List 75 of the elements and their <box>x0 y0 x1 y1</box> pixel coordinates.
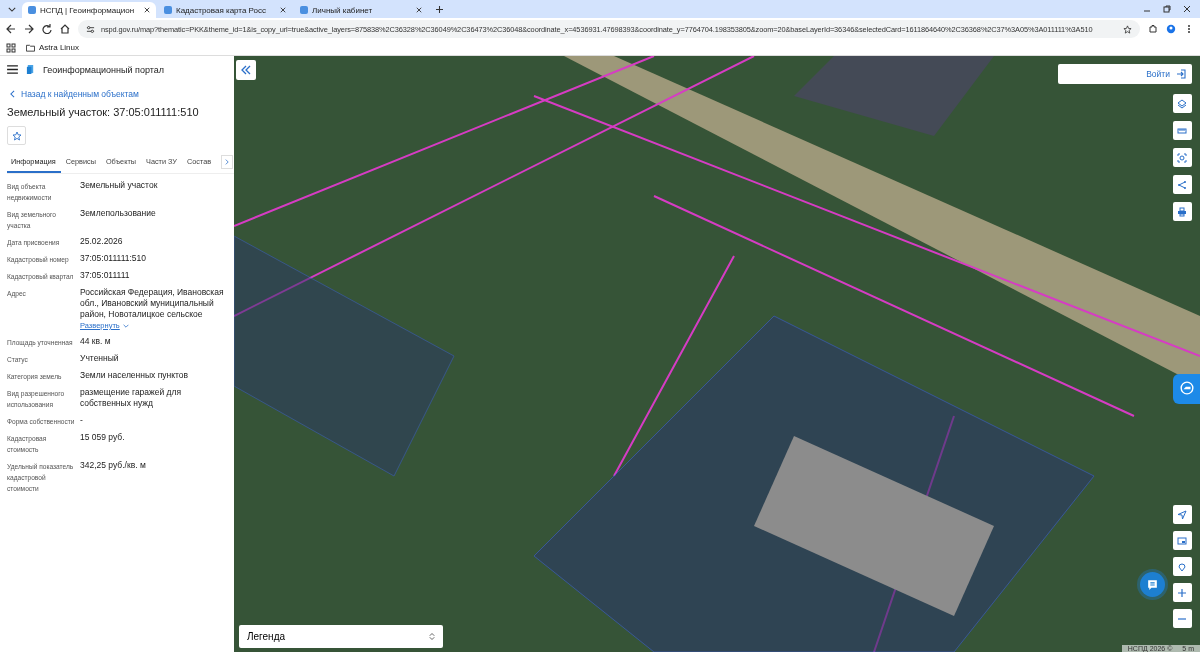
assistant-button[interactable] <box>1173 374 1200 404</box>
field-value: Российская Федерация, Ивановская обл., Ивановский муниципальный район, Новоталицкое сельское <box>80 287 225 320</box>
zoom-in-button[interactable] <box>1173 583 1192 602</box>
satellite-map-drawing[interactable] <box>234 56 1200 652</box>
bookmark-folder[interactable]: Astra Linux <box>26 43 80 52</box>
field-value: 15 059 руб. <box>80 432 126 443</box>
reload-icon[interactable] <box>42 24 52 34</box>
field-value: 44 кв. м <box>80 336 112 347</box>
field-value: размещение гаражей для собственных нужд <box>80 387 183 409</box>
site-icon <box>28 6 36 14</box>
frame-icon <box>1177 152 1187 163</box>
close-icon[interactable] <box>144 7 150 13</box>
area-search-button[interactable] <box>1173 148 1192 167</box>
print-icon <box>1177 206 1187 217</box>
minimap-icon <box>1177 535 1187 546</box>
chevron-left-icon <box>10 90 15 98</box>
sort-arrows-icon <box>429 632 435 641</box>
portal-logo-icon <box>26 64 35 75</box>
folder-icon <box>26 43 35 52</box>
assistant-icon <box>1179 380 1194 395</box>
restore-icon[interactable] <box>1163 5 1171 13</box>
login-button[interactable]: Войти <box>1058 64 1192 84</box>
forward-icon[interactable] <box>24 24 34 34</box>
field-value: Землепользование <box>80 208 157 219</box>
location-button[interactable] <box>1173 505 1192 524</box>
site-settings-icon[interactable] <box>86 24 95 34</box>
apps-icon[interactable] <box>6 42 16 53</box>
site-icon <box>164 6 172 14</box>
double-chevron-left-icon <box>241 65 251 75</box>
ruler-button[interactable] <box>1173 121 1192 140</box>
map-pin-icon <box>1177 561 1187 572</box>
object-heading: Земельный участок: 37:05:011111:510 <box>7 105 200 120</box>
chevron-down-icon <box>122 323 129 328</box>
profile-icon[interactable] <box>1166 24 1176 34</box>
browser-tab[interactable]: НСПД | Геоинформацион <box>22 2 156 18</box>
field-value: 37:05:011111:510 <box>80 253 148 264</box>
geolocation-button[interactable] <box>1173 557 1192 576</box>
menu-icon[interactable] <box>7 65 18 74</box>
portal-title: Геоинформационный портал <box>43 64 164 75</box>
close-icon[interactable] <box>416 7 422 13</box>
tab-list-icon[interactable] <box>8 6 16 12</box>
browser-tab[interactable]: Кадастровая карта Росс <box>158 2 292 18</box>
layers-button[interactable] <box>1173 94 1192 113</box>
close-icon[interactable] <box>1183 5 1191 13</box>
star-icon <box>11 130 22 141</box>
layers-icon <box>1177 98 1187 109</box>
share-icon <box>1177 179 1187 190</box>
login-icon <box>1176 69 1186 79</box>
field-value: Учтенный <box>80 353 120 364</box>
new-tab-icon[interactable] <box>436 5 443 13</box>
browser-tab[interactable]: Личный кабинет <box>294 2 428 18</box>
collapse-panel-button[interactable] <box>236 60 256 80</box>
share-button[interactable] <box>1173 175 1192 194</box>
field-value: - <box>80 415 84 426</box>
ruler-icon <box>1177 125 1187 136</box>
home-icon[interactable] <box>60 24 70 34</box>
back-link[interactable]: Назад к найденным объектам <box>7 83 234 105</box>
close-icon[interactable] <box>280 7 286 13</box>
back-icon[interactable] <box>6 24 16 34</box>
favorite-button[interactable] <box>7 126 26 145</box>
bookmark-star-icon[interactable] <box>1123 24 1132 34</box>
field-value: Земельный участок <box>80 180 159 191</box>
field-value: Земли населенных пунктов <box>80 370 190 381</box>
field-value: 25.02.2026 <box>80 236 124 247</box>
plus-icon <box>1177 587 1187 598</box>
extensions-icon[interactable] <box>1148 24 1158 34</box>
field-value: 37:05:011111 <box>80 270 131 281</box>
chevron-right-icon <box>225 159 229 165</box>
legend-dropdown[interactable]: Легенда <box>239 625 443 648</box>
print-button[interactable] <box>1173 202 1192 221</box>
location-arrow-icon <box>1177 509 1187 520</box>
site-icon <box>300 6 308 14</box>
minimap-button[interactable] <box>1173 531 1192 550</box>
chat-icon <box>1146 578 1159 591</box>
field-value: 342,25 руб./кв. м <box>80 460 147 471</box>
